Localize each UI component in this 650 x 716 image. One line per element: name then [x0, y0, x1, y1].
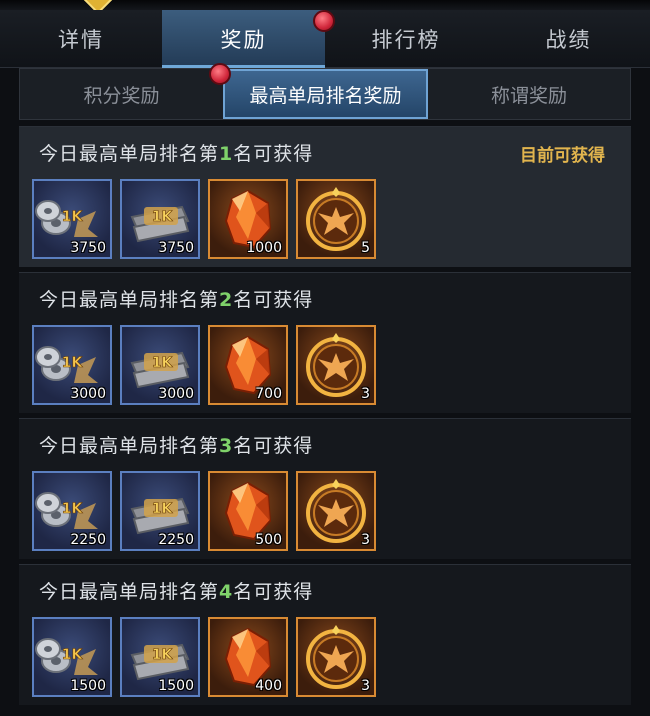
item-quantity: 3 [361, 386, 370, 402]
reward-item-emblem[interactable]: 3 [296, 471, 376, 551]
reward-row: 今日最高单局排名第4名可获得 1K 1500 1K 1500 400 3 [19, 564, 631, 705]
notification-dot-icon [209, 63, 231, 85]
top-frame [0, 0, 650, 15]
reward-row-title: 今日最高单局排名第3名可获得 [39, 435, 314, 457]
badge-1k: 1K [152, 355, 174, 371]
reward-list[interactable]: 今日最高单局排名第1名可获得 目前可获得 1K 3750 1K 3750 100… [19, 126, 631, 716]
item-quantity: 3000 [158, 386, 194, 402]
subtab-title-reward[interactable]: 称谓奖励 [428, 69, 630, 119]
tab-rewards-label: 奖励 [220, 28, 267, 52]
item-quantity: 3750 [158, 240, 194, 256]
item-quantity: 1000 [246, 240, 282, 256]
item-quantity: 500 [255, 532, 282, 548]
reward-item-tickets[interactable]: 1K 2250 [120, 471, 200, 551]
item-quantity: 3750 [70, 240, 106, 256]
badge-1k: 1K [152, 647, 174, 663]
item-quantity: 2250 [158, 532, 194, 548]
reward-items: 1K 3750 1K 3750 1000 5 [32, 179, 376, 259]
reward-row-title: 今日最高单局排名第4名可获得 [39, 581, 314, 603]
item-quantity: 1500 [158, 678, 194, 694]
status-label: 目前可获得 [520, 146, 605, 166]
reward-item-crystal[interactable]: 400 [208, 617, 288, 697]
reward-row: 今日最高单局排名第1名可获得 目前可获得 1K 3750 1K 3750 100… [19, 126, 631, 267]
tab-records[interactable]: 战绩 [487, 10, 650, 68]
tab-details-label: 详情 [58, 28, 104, 52]
badge-1k: 1K [62, 209, 84, 225]
item-quantity: 3000 [70, 386, 106, 402]
subtab-title-reward-label: 称谓奖励 [490, 84, 567, 107]
rank-number: 2 [219, 289, 234, 311]
item-quantity: 2250 [70, 532, 106, 548]
item-quantity: 1500 [70, 678, 106, 694]
tab-details[interactable]: 详情 [0, 10, 162, 68]
reward-item-tickets[interactable]: 1K 3750 [120, 179, 200, 259]
subtab-best-rank-reward-label: 最高单局排名奖励 [249, 84, 402, 107]
tab-leaderboard[interactable]: 排行榜 [325, 10, 487, 68]
reward-item-coins[interactable]: 1K 2250 [32, 471, 112, 551]
rank-number: 1 [219, 143, 234, 165]
item-quantity: 400 [255, 678, 282, 694]
tab-records-label: 战绩 [545, 28, 592, 52]
item-quantity: 5 [361, 240, 370, 256]
reward-item-tickets[interactable]: 1K 3000 [120, 325, 200, 405]
reward-item-emblem[interactable]: 3 [296, 617, 376, 697]
reward-item-coins[interactable]: 1K 3000 [32, 325, 112, 405]
subtab-points-reward-label: 积分奖励 [83, 84, 160, 107]
reward-item-coins[interactable]: 1K 3750 [32, 179, 112, 259]
reward-item-coins[interactable]: 1K 1500 [32, 617, 112, 697]
reward-item-tickets[interactable]: 1K 1500 [120, 617, 200, 697]
reward-items: 1K 3000 1K 3000 700 3 [32, 325, 376, 405]
item-quantity: 700 [255, 386, 282, 402]
reward-row: 今日最高单局排名第3名可获得 1K 2250 1K 2250 500 3 [19, 418, 631, 559]
reward-item-emblem[interactable]: 3 [296, 325, 376, 405]
reward-items: 1K 1500 1K 1500 400 3 [32, 617, 376, 697]
subtab-best-rank-reward[interactable]: 最高单局排名奖励 [209, 63, 428, 119]
rank-number: 4 [219, 581, 234, 603]
sub-tab-bar: 积分奖励 最高单局排名奖励 称谓奖励 [19, 63, 631, 120]
item-quantity: 3 [361, 678, 370, 694]
item-quantity: 3 [361, 532, 370, 548]
reward-item-emblem[interactable]: 5 [296, 179, 376, 259]
badge-1k: 1K [62, 355, 84, 371]
tab-leaderboard-label: 排行榜 [371, 28, 441, 52]
reward-item-crystal[interactable]: 1000 [208, 179, 288, 259]
tab-rewards[interactable]: 奖励 [162, 10, 335, 68]
badge-1k: 1K [152, 209, 174, 225]
reward-item-crystal[interactable]: 500 [208, 471, 288, 551]
main-tab-bar: 详情 奖励 排行榜 战绩 [0, 10, 650, 68]
badge-1k: 1K [62, 647, 84, 663]
rank-number: 3 [219, 435, 234, 457]
reward-row: 今日最高单局排名第2名可获得 1K 3000 1K 3000 700 3 [19, 272, 631, 413]
reward-items: 1K 2250 1K 2250 500 3 [32, 471, 376, 551]
badge-1k: 1K [152, 501, 174, 517]
badge-1k: 1K [62, 501, 84, 517]
reward-row-title: 今日最高单局排名第2名可获得 [39, 289, 314, 311]
reward-row-title: 今日最高单局排名第1名可获得 [39, 143, 314, 165]
subtab-points-reward[interactable]: 积分奖励 [20, 69, 223, 119]
reward-item-crystal[interactable]: 700 [208, 325, 288, 405]
